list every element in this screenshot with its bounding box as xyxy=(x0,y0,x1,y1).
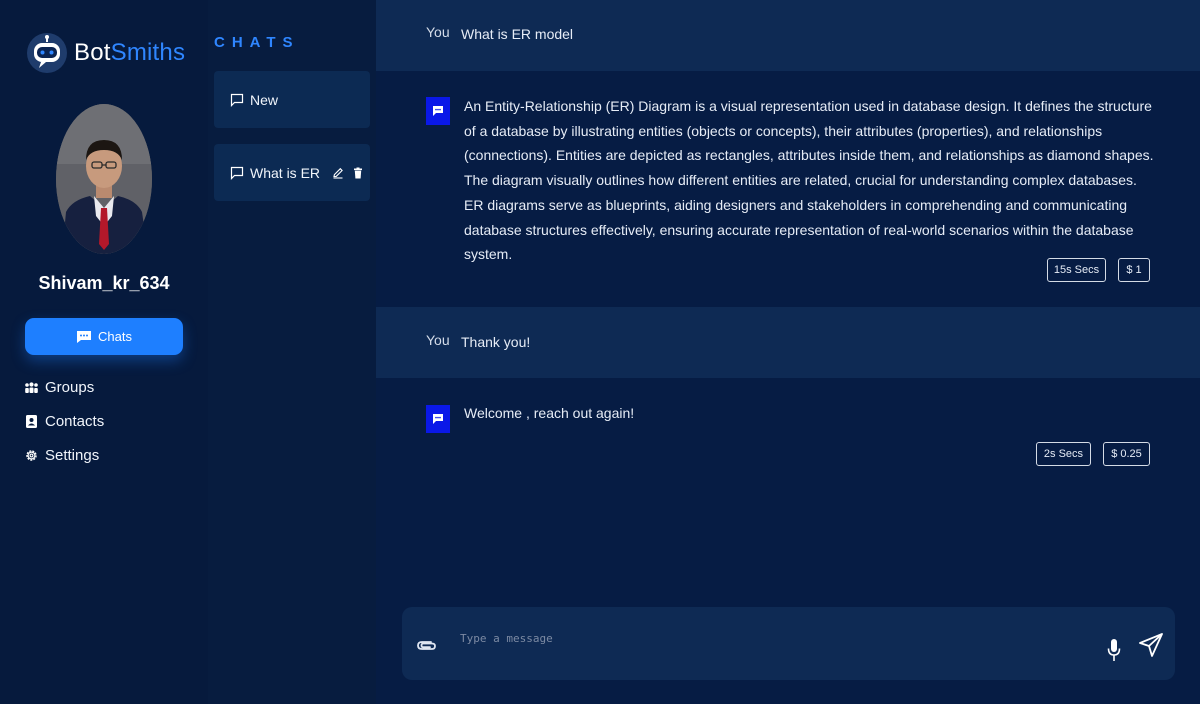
profile-photo xyxy=(56,104,152,254)
message-icon xyxy=(433,414,443,424)
brand-name-part1: Bot xyxy=(74,39,111,66)
chat-bubble-icon xyxy=(77,330,92,343)
response-cost-badge: $ 1 xyxy=(1118,258,1150,282)
brand-name-part2: Smiths xyxy=(110,39,186,66)
nav-item-settings[interactable]: Settings xyxy=(24,447,99,464)
nav-item-label: Contacts xyxy=(45,413,105,430)
username: Shivam_kr_634 xyxy=(38,273,170,293)
brand[interactable]: BotSmiths xyxy=(26,32,185,74)
message-composer xyxy=(402,607,1175,680)
message-icon xyxy=(433,106,443,116)
gear-icon xyxy=(26,450,37,461)
send-icon[interactable] xyxy=(1138,632,1164,658)
response-time-badge: 2s Secs xyxy=(1036,442,1091,466)
chat-outline-icon xyxy=(230,93,244,107)
nav-item-groups[interactable]: Groups xyxy=(24,379,94,396)
chats-nav-button[interactable]: Chats xyxy=(25,318,183,355)
paperclip-icon[interactable] xyxy=(415,636,437,654)
user-message-row: You Thank you! xyxy=(376,307,1200,378)
nav-item-contacts[interactable]: Contacts xyxy=(24,413,104,430)
edit-icon[interactable] xyxy=(332,167,344,179)
chat-list-panel: CHATS New What is ER model xyxy=(208,0,376,704)
nav-item-label: Groups xyxy=(45,379,95,396)
chat-list-item-label: New xyxy=(250,91,279,108)
sender-label: You xyxy=(426,24,450,40)
brand-name: BotSmiths xyxy=(74,39,185,67)
response-cost-badge: $ 0.25 xyxy=(1103,442,1150,466)
response-time-badge: 15s Secs xyxy=(1047,258,1106,282)
bot-reply-text: An Entity-Relationship (ER) Diagram is a… xyxy=(464,98,1154,263)
nav-item-label: Settings xyxy=(45,447,100,464)
bot-avatar-icon xyxy=(426,97,450,125)
contacts-icon xyxy=(26,415,37,428)
bot-reply-text: Welcome , reach out again! xyxy=(464,405,635,421)
chat-list-item-new[interactable]: New xyxy=(214,71,370,128)
conversation-area: You What is ER model An Entity-Relations… xyxy=(376,0,1200,704)
message-input[interactable] xyxy=(460,627,1040,649)
user-message-text: What is ER model xyxy=(461,26,574,42)
microphone-icon[interactable] xyxy=(1106,638,1122,663)
chats-nav-label: Chats xyxy=(98,329,132,344)
sender-label: You xyxy=(426,332,450,348)
chat-list-item-label: What is ER model xyxy=(250,164,324,181)
chat-list-title: CHATS xyxy=(214,34,300,51)
sidebar: BotSmiths Shivam_kr_634 Chats Groups Con… xyxy=(0,0,208,704)
avatar[interactable] xyxy=(56,104,152,254)
chat-outline-icon xyxy=(230,166,244,180)
delete-icon[interactable] xyxy=(352,167,364,179)
groups-icon xyxy=(25,382,38,393)
bot-avatar-icon xyxy=(426,405,450,433)
user-message-row: You What is ER model xyxy=(376,0,1200,71)
chat-list-item-er-model[interactable]: What is ER model xyxy=(214,144,370,201)
robot-icon xyxy=(27,33,67,73)
user-message-text: Thank you! xyxy=(461,334,531,350)
